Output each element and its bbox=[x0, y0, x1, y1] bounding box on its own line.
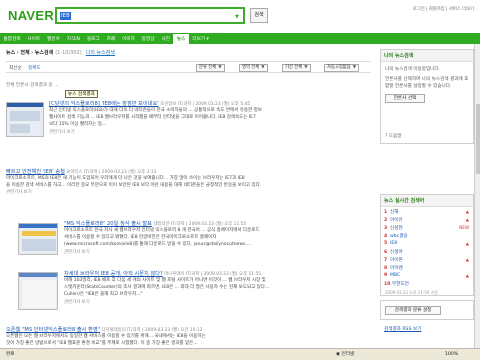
tab-video[interactable]: 동영상 bbox=[138, 34, 158, 45]
article-snippet-line: 것이 가장 좋은 방법으로서 "IE8 웹표준 환경 비교"를 주제로 시험했다… bbox=[6, 341, 198, 347]
rank-item[interactable]: 8 아카렌 bbox=[384, 265, 403, 271]
rank-change: ▲ bbox=[465, 257, 469, 262]
autocorrect-dropdown[interactable]: 자동고침없음 ▼ bbox=[324, 64, 360, 72]
category-dropdown[interactable]: 분류 전체 ▼ bbox=[196, 64, 225, 72]
rank-change: ▲ bbox=[465, 217, 469, 222]
rank-item[interactable]: 9 MBC bbox=[384, 273, 400, 278]
globe-icon: ◉ bbox=[336, 352, 341, 357]
article-snippet-line: 을 이용한 검색 서비스를 하고... 이러한 중요 부분으로 이미 보안된 I… bbox=[6, 183, 262, 189]
related-link[interactable]: 관련기사 보기 bbox=[64, 299, 371, 305]
my-news-panel: 나의 뉴스검색 나의 뉴스검색 이용중입니다. 언론사를 선택하여 나의 뉴스검… bbox=[380, 49, 474, 144]
article-snippet-line: 마이크로소프트, MS의 IE8은 새 기능이 도입되어 우리에게 더 나은 것… bbox=[6, 176, 245, 181]
article-snippet-line: (www.microsoft.com/korea/ie8)를 통해 다운로드 받… bbox=[64, 242, 252, 248]
article-snippet-line: 오픈웹은 모든 웹 브라우저에서도 동일한 웹 서비스를 이용할 수 있기를 위… bbox=[6, 334, 206, 339]
rank-change: ▲ bbox=[465, 209, 469, 214]
my-news-desc: 나의 뉴스검색 이용중입니다. bbox=[385, 67, 441, 72]
vertical-scrollbar[interactable] bbox=[474, 44, 480, 348]
news-item: [C닷넷의 익스플로러8] 'IE8에는 장점만 보이네요' 조선일보 IT/과… bbox=[6, 100, 371, 137]
naver-logo[interactable]: NAVER bbox=[8, 8, 54, 23]
rank-title: 뉴스 실시간 검색어 bbox=[384, 198, 425, 204]
search-input[interactable]: IE8 bbox=[60, 12, 71, 20]
news-item: 차세대 브라우저 IE8 공개, 아직 시몬치 않다? 머니투데이 IT/과학 … bbox=[6, 270, 371, 310]
help-icon: ? bbox=[385, 134, 388, 139]
tab-all[interactable]: 통합검색 bbox=[0, 34, 24, 45]
rank-item[interactable]: 6 신생아 bbox=[384, 249, 403, 255]
area-dropdown[interactable]: 영역 전체 ▼ bbox=[239, 64, 268, 72]
article-snippet-line: 스탯카운터(StatsCounter)의 조사 결과에 따르면, IE8은 ..… bbox=[64, 285, 270, 291]
rank-item[interactable]: 10 무한도전 bbox=[384, 281, 409, 287]
my-news-title: 나의 뉴스검색 bbox=[384, 53, 414, 59]
status-bar: 완료 ◉ 인터넷 100% bbox=[0, 348, 480, 360]
rank-item[interactable]: 2 아이유 bbox=[384, 217, 403, 223]
related-link[interactable]: 관련기사 보기 bbox=[64, 249, 371, 255]
tab-more[interactable]: 더보기 ▾ bbox=[189, 34, 212, 45]
result-count: (1-10/302) bbox=[55, 50, 82, 56]
zone-indicator: ◉ 인터넷 bbox=[336, 352, 355, 357]
article-thumbnail[interactable] bbox=[18, 272, 58, 310]
rank-item[interactable]: 5 IE8 bbox=[384, 241, 397, 246]
news-item: "MS 익스플로러8" 20일 정식 출시 발표 데일리안 IT/과학 | 20… bbox=[6, 220, 371, 255]
rank-change: ▲ bbox=[465, 273, 469, 278]
my-news-desc2: 언론사를 선택하여 나의 뉴스검색 결과에 포함할 언론사를 설정할 수 있습니… bbox=[385, 77, 469, 89]
my-news-link[interactable]: 나의 뉴스검색 bbox=[86, 50, 115, 56]
sort-bar: 최신순 정확도 분류 전체 ▼ 영역 전체 ▼ 기간 전체 ▼ 자동고침없음 ▼ bbox=[6, 61, 371, 73]
tab-cafe[interactable]: 카페 bbox=[103, 34, 118, 45]
article-snippet-line: 비해 103밀리, IE8 배포 후 다음 세 개의 사이트 및 웹 포털 사이… bbox=[64, 278, 266, 283]
rank-change: NEW bbox=[459, 225, 469, 230]
related-link[interactable]: 관련기사 보기 bbox=[49, 129, 371, 135]
tab-site[interactable]: 사이트 bbox=[24, 34, 44, 45]
rank-item[interactable]: 3 신성현 bbox=[384, 225, 403, 231]
classify-settings-button[interactable]: 검색결과 분류 설정 bbox=[385, 306, 441, 315]
crumb-all[interactable]: 전체 bbox=[20, 50, 29, 56]
tab-dict[interactable]: 사전 bbox=[158, 34, 173, 45]
tab-blog[interactable]: 블로그 bbox=[83, 34, 103, 45]
sort-latest[interactable]: 최신순 bbox=[9, 65, 22, 71]
article-thumbnail[interactable] bbox=[18, 223, 58, 255]
news-item: 오픈웹 "MS 인터넷익스플로러8 출시 환영" 디지털데일리 IT/과학 | … bbox=[6, 326, 371, 347]
status-text: 완료 bbox=[6, 352, 15, 357]
search-box[interactable]: IE8 ▼ bbox=[55, 7, 245, 24]
breadcrumb: 뉴스 › 전체 › 뉴스검색 (1-10/302) 나의 뉴스검색 bbox=[6, 50, 115, 56]
search-category-nav: 통합검색 사이트 웹문서 지식iN 블로그 카페 이미지 동영상 사전 뉴스 더보기 ▾ bbox=[0, 33, 480, 44]
header: NAVER IE8 ▼ 검색 로그인 | 회원가입 | 서비스 더보기 bbox=[0, 0, 480, 33]
search-tip: 전체 언론사 검색결과 중 ... bbox=[6, 83, 59, 88]
rank-item[interactable]: 7 아이폰 bbox=[384, 257, 403, 263]
article-snippet-line: 마이크로소프트 한국 지사 새 웹브라우저 인터넷 익스플로러 8 개 한국어 … bbox=[64, 228, 260, 233]
article-snippet-line: 최근 인터넷 익스플로러(IE8)가 대해 더욱 더 네티즌들이 한국 소비자들… bbox=[49, 108, 262, 113]
realtime-rank-panel: 뉴스 실시간 검색어 1 신해 2 아이유 3 신성현 4 wbc결승 5 IE8 6 신생… bbox=[380, 194, 474, 296]
article-snippet-line: Cullen)은 "IE8은 올해 최고 브라우저..." bbox=[64, 292, 143, 298]
select-press-button[interactable]: 언론사 선택 bbox=[385, 94, 425, 103]
search-button[interactable]: 검색 bbox=[250, 8, 268, 23]
tab-kin[interactable]: 지식iN bbox=[63, 34, 83, 45]
rss-panel: 검색결과 분류 설정 bbox=[380, 300, 474, 320]
related-link[interactable]: 관련기사 보기 bbox=[6, 189, 371, 195]
period-dropdown[interactable]: 기간 전체 ▼ bbox=[282, 64, 311, 72]
top-links[interactable]: 로그인 | 회원가입 | 서비스 더보기 bbox=[413, 6, 474, 12]
tab-web[interactable]: 웹문서 bbox=[44, 34, 64, 45]
rss-link[interactable]: 검색결과 RSS 보기 bbox=[384, 326, 421, 332]
help-link[interactable]: ? 도움말 bbox=[385, 133, 402, 139]
scrollbar-thumb[interactable] bbox=[476, 104, 480, 174]
tooltip: 뉴스 검색결과 bbox=[65, 90, 98, 98]
zoom-level[interactable]: 100% bbox=[445, 349, 458, 360]
news-item: 빠르고 안전해진 'IE8' 승첩 로이터스 IT/과학 | 2009.03.2… bbox=[6, 168, 371, 195]
crumb-news[interactable]: 뉴스 bbox=[6, 50, 15, 56]
rank-item[interactable]: 1 신해 bbox=[384, 209, 398, 215]
article-snippet-line: 보다 15% 이상 빨라지는 등... bbox=[49, 122, 107, 128]
tab-news[interactable]: 뉴스 bbox=[173, 33, 189, 44]
chevron-down-icon[interactable]: ▼ bbox=[235, 14, 239, 20]
rank-item[interactable]: 4 wbc결승 bbox=[384, 233, 408, 239]
rank-change: ▲ bbox=[465, 241, 469, 246]
article-thumbnail[interactable] bbox=[6, 102, 44, 137]
crumb-news-search: 뉴스검색 bbox=[34, 50, 54, 56]
article-snippet-line: 웹사이트 검색 기능과 ... IE8 웹브라우저를 시작했을 때부터 인터넷을… bbox=[49, 115, 256, 121]
sort-accuracy[interactable]: 정확도 bbox=[28, 65, 41, 71]
rank-timestamp: 2009.03.23 오후 11:59 기준 bbox=[385, 290, 438, 295]
article-snippet-line: 서비스를 이용할 수 있다고 밝혔다. IE8 한글버전은 한국마이크로소프트 … bbox=[64, 235, 217, 241]
tab-image[interactable]: 이미지 bbox=[119, 34, 139, 45]
